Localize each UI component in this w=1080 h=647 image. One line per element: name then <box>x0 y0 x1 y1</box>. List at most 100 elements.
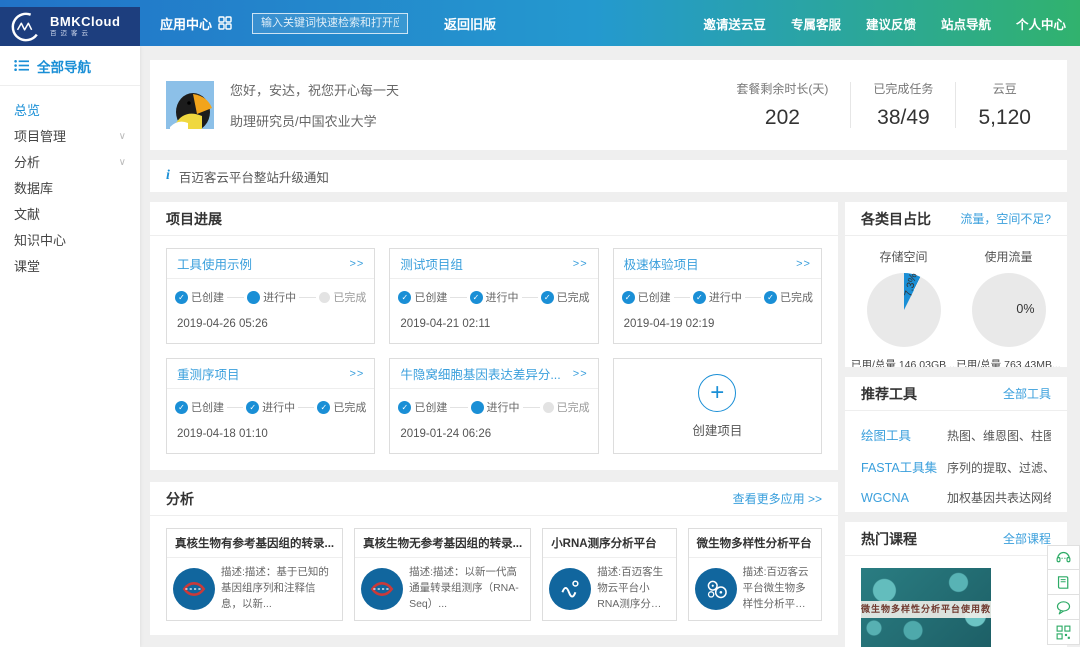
project-more-link[interactable]: >> <box>573 368 588 380</box>
headset-icon <box>1055 549 1072 566</box>
sidebar-item-knowledge-center[interactable]: 知识中心 <box>0 228 140 254</box>
sidebar-item-label: 总览 <box>14 98 40 124</box>
stat-cloud-beans: 云豆 5,120 <box>956 80 1053 130</box>
project-title-link[interactable]: 工具使用示例 <box>177 254 252 273</box>
qr-code-button[interactable] <box>1047 620 1080 645</box>
project-date: 2019-04-26 05:26 <box>167 305 374 330</box>
app-title: 微生物多样性分析平台 <box>689 529 821 558</box>
tool-description: 加权基因共表达网络... <box>947 489 1051 506</box>
manual-button[interactable] <box>1047 570 1080 595</box>
project-more-link[interactable]: >> <box>573 258 588 270</box>
tool-name-link[interactable]: 绘图工具 <box>861 425 947 444</box>
app-center-button[interactable]: 应用中心 <box>160 14 232 33</box>
project-steps: 已创建 进行中 已完成 <box>167 279 374 305</box>
step-dot-icon <box>541 291 554 304</box>
stat-label: 云豆 <box>978 80 1031 97</box>
project-title-link[interactable]: 测试项目组 <box>400 254 463 273</box>
project-more-link[interactable]: >> <box>349 368 364 380</box>
app-description: 描述:描述：基于已知的基因组序列和注释信息，以新... <box>221 565 336 612</box>
step-dot-icon <box>622 291 635 304</box>
search-input[interactable] <box>252 13 408 34</box>
step-dot-icon <box>319 292 330 303</box>
sidebar-item-project-management[interactable]: 项目管理 ∨ <box>0 124 140 150</box>
app-center-label: 应用中心 <box>160 14 212 33</box>
project-date: 2019-04-21 02:11 <box>390 305 597 330</box>
tool-item: 绘图工具 热图、维恩图、柱图... <box>861 425 1051 444</box>
all-navigation-toggle[interactable]: 全部导航 <box>0 46 140 86</box>
sidebar-item-database[interactable]: 数据库 <box>0 176 140 202</box>
avatar[interactable] <box>166 81 214 129</box>
project-steps: 已创建 进行中 已完成 <box>614 279 821 305</box>
sidebar-item-label: 文献 <box>14 202 40 228</box>
sidebar-item-label: 数据库 <box>14 176 53 202</box>
step-connector <box>227 297 244 298</box>
header-search <box>252 13 408 34</box>
feedback-chat-button[interactable] <box>1047 595 1080 620</box>
customer-service-button[interactable] <box>1047 545 1080 570</box>
sidebar-item-overview[interactable]: 总览 <box>0 98 140 124</box>
all-navigation-label: 全部导航 <box>37 56 91 76</box>
step-in-progress: 进行中 <box>470 289 519 305</box>
app-title: 真核生物无参考基因组的转录... <box>355 529 530 558</box>
tool-description: 序列的提取、过滤、... <box>947 459 1051 476</box>
usage-title: 各类目占比 <box>861 209 931 229</box>
sidebar-item-analysis[interactable]: 分析 ∨ <box>0 150 140 176</box>
step-completed: 已完成 <box>319 289 366 305</box>
project-more-link[interactable]: >> <box>349 258 364 270</box>
step-dot-icon <box>317 401 330 414</box>
tool-name-link[interactable]: FASTA工具集 <box>861 457 947 476</box>
project-title-link[interactable]: 重测序项目 <box>177 364 240 383</box>
traffic-pie-chart: 0% <box>972 273 1046 347</box>
traffic-caption: 已用/总量 763.43MB... <box>956 357 1061 367</box>
nav-feedback[interactable]: 建议反馈 <box>866 14 916 33</box>
project-steps: 已创建 进行中 已完成 <box>390 389 597 415</box>
project-title-link[interactable]: 牛隐窝细胞基因表达差异分... <box>400 364 560 383</box>
nav-customer-service[interactable]: 专属客服 <box>791 14 841 33</box>
header-nav: 邀请送云豆 专属客服 建议反馈 站点导航 个人中心 <box>703 14 1066 33</box>
nav-site-map[interactable]: 站点导航 <box>941 14 991 33</box>
quota-shortage-link[interactable]: 流量，空间不足? <box>960 210 1051 227</box>
nav-invite-beans[interactable]: 邀请送云豆 <box>703 14 766 33</box>
sidebar-item-classroom[interactable]: 课堂 <box>0 254 140 280</box>
tools-title: 推荐工具 <box>861 384 917 404</box>
course-thumbnail[interactable]: 微生物多样性分析平台使用教程 <box>861 568 991 647</box>
step-dot-icon <box>246 401 259 414</box>
storage-percent: 7.3% <box>902 272 919 298</box>
project-title-link[interactable]: 极速体验项目 <box>624 254 699 273</box>
step-in-progress: 进行中 <box>247 289 296 305</box>
all-tools-link[interactable]: 全部工具 <box>1003 385 1051 402</box>
project-card: 极速体验项目 >> 已创建 进行中 已完成 2019-04-19 02:19 <box>613 248 822 344</box>
back-to-old-version-button[interactable]: 返回旧版 <box>444 14 496 33</box>
step-created: 已创建 <box>175 399 224 415</box>
step-connector <box>745 297 761 298</box>
brand-subtitle: 百迈客云 <box>50 31 120 38</box>
storage-label: 存储空间 <box>851 248 956 265</box>
project-more-link[interactable]: >> <box>796 258 811 270</box>
list-icon <box>14 59 29 72</box>
more-apps-link[interactable]: 查看更多应用 >> <box>733 490 822 507</box>
sidebar-item-label: 课堂 <box>14 254 40 280</box>
step-dot-icon <box>398 291 411 304</box>
chevron-down-icon: ∨ <box>119 124 126 150</box>
chat-bubble-icon <box>1055 599 1072 616</box>
chevron-down-icon: ∨ <box>119 150 126 176</box>
step-dot-icon <box>470 291 483 304</box>
app-card[interactable]: 微生物多样性分析平台 描述:百迈客云平台微生物多样性分析平台是一款结合... <box>688 528 822 621</box>
transcriptome-denovo-icon <box>361 568 403 610</box>
step-created: 已创建 <box>398 289 447 305</box>
step-dot-icon <box>693 291 706 304</box>
tool-name-link[interactable]: WGCNA <box>861 491 947 505</box>
step-dot-icon <box>175 401 188 414</box>
notice-bar[interactable]: i 百迈客云平台整站升级通知 <box>150 160 1067 192</box>
project-date: 2019-04-19 02:19 <box>614 305 821 330</box>
app-card[interactable]: 真核生物有参考基因组的转录... 描述:描述：基于已知的基因组序列和注释信息，以… <box>166 528 343 621</box>
all-courses-link[interactable]: 全部课程 <box>1003 530 1051 547</box>
bmkcloud-logo[interactable]: BMKCloud 百迈客云 <box>0 7 140 46</box>
recommended-tools-panel: 推荐工具 全部工具 绘图工具 热图、维恩图、柱图... FASTA工具集 序列的… <box>845 377 1067 512</box>
app-card[interactable]: 小RNA测序分析平台 描述:百迈客生物云平台小RNA测序分析平台由基本分... <box>542 528 676 621</box>
stat-package-days: 套餐剩余时长(天) 202 <box>714 80 850 130</box>
nav-personal-center[interactable]: 个人中心 <box>1016 14 1066 33</box>
app-card[interactable]: 真核生物无参考基因组的转录... 描述:描述：以新一代高通量转录组测序（RNA-… <box>354 528 531 621</box>
sidebar-item-literature[interactable]: 文献 <box>0 202 140 228</box>
create-project-button[interactable]: + 创建项目 <box>613 358 822 454</box>
